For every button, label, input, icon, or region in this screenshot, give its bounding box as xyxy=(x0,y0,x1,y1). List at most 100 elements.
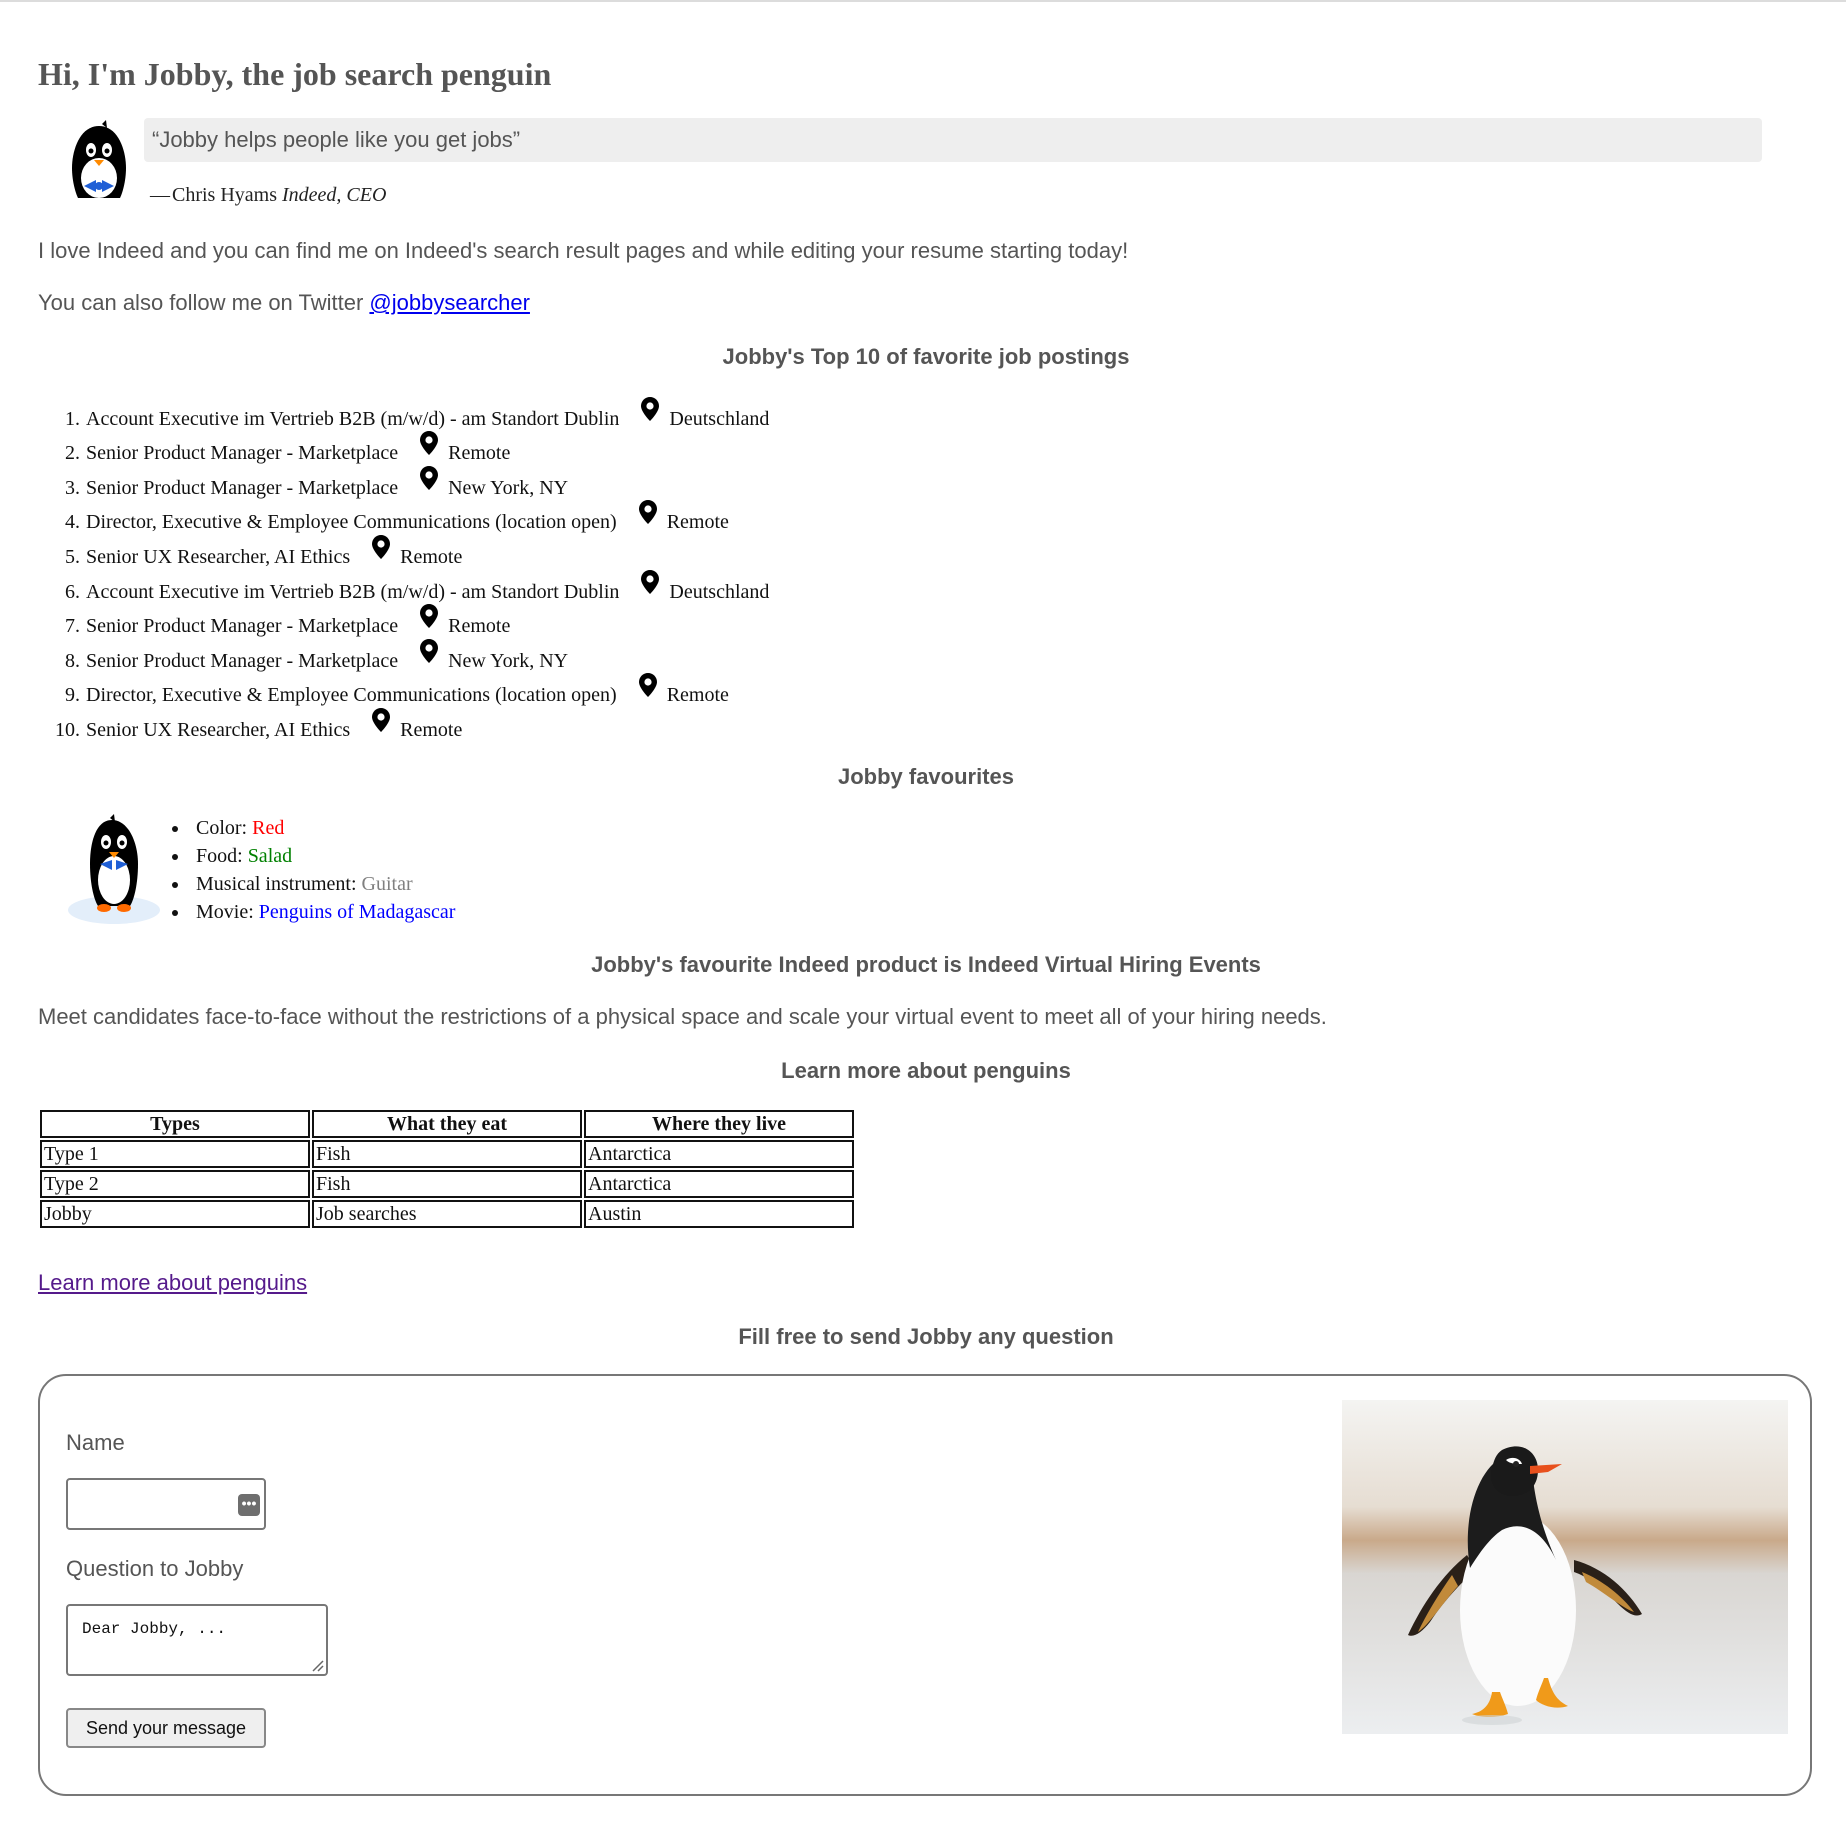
question-textarea[interactable]: Dear Jobby, ... xyxy=(66,1604,328,1676)
favourite-label: Color: xyxy=(196,817,253,839)
quote-text: “Jobby helps people like you get jobs” xyxy=(144,118,1762,162)
table-header-row: Types What they eat Where they live xyxy=(40,1110,854,1138)
job-title[interactable]: Senior Product Manager - Marketplace xyxy=(86,477,398,500)
favourite-value: Guitar xyxy=(361,873,413,895)
favourite-value: Penguins of Madagascar xyxy=(258,901,456,923)
job-number: 9. xyxy=(65,684,80,707)
favourite-item: Food: Salad xyxy=(158,842,455,870)
job-location: Remote xyxy=(400,718,463,741)
send-message-button[interactable]: Send your message xyxy=(66,1708,266,1748)
job-number: 7. xyxy=(65,615,80,638)
job-location: Remote xyxy=(666,684,729,707)
job-title[interactable]: Senior UX Researcher, AI Ethics xyxy=(86,546,350,569)
table-cell: Antarctica xyxy=(584,1170,854,1198)
name-input[interactable]: ••• xyxy=(66,1478,266,1530)
job-posting-item: 4. Director, Executive & Employee Communi… xyxy=(38,500,769,535)
job-number: 4. xyxy=(65,511,80,534)
favourite-item: Movie: Penguins of Madagascar xyxy=(158,898,455,926)
job-title[interactable]: Director, Executive & Employee Communica… xyxy=(86,511,617,534)
map-pin-icon xyxy=(641,396,660,421)
favourite-item: Musical instrument: Guitar xyxy=(158,870,455,898)
learn-more-link[interactable]: Learn more about penguins xyxy=(38,1270,307,1296)
table-cell: Fish xyxy=(312,1140,582,1168)
job-number: 3. xyxy=(65,476,80,499)
table-cell: Type 1 xyxy=(40,1140,310,1168)
table-header-food: What they eat xyxy=(312,1110,582,1138)
top-divider xyxy=(0,0,1846,2)
table-cell: Austin xyxy=(584,1200,854,1228)
job-posting-item: 6. Account Executive im Vertrieb B2B (m/w… xyxy=(38,569,769,604)
twitter-prefix: You can also follow me on Twitter xyxy=(38,290,370,315)
job-posting-item: 10. Senior UX Researcher, AI Ethics Remote xyxy=(38,707,769,742)
favourites-list: Color: Red Food: Salad Musical instrument:… xyxy=(158,814,455,926)
favourite-label: Food: xyxy=(196,845,248,867)
table-row: Type 1 Fish Antarctica xyxy=(40,1140,854,1168)
job-posting-item: 7. Senior Product Manager - Marketplace Re… xyxy=(38,604,769,639)
job-title[interactable]: Senior Product Manager - Marketplace xyxy=(86,615,398,638)
map-pin-icon xyxy=(420,604,439,629)
map-pin-icon xyxy=(420,638,439,663)
twitter-line: You can also follow me on Twitter @jobby… xyxy=(38,290,530,316)
job-location: Deutschland xyxy=(669,407,770,430)
job-number: 5. xyxy=(65,545,80,568)
product-description: Meet candidates face-to-face without the… xyxy=(38,1004,1327,1029)
contact-form: Name ••• Question to Jobby Dear Jobby, .… xyxy=(38,1374,1812,1796)
job-location: Remote xyxy=(400,545,463,568)
table-cell: Fish xyxy=(312,1170,582,1198)
job-posting-item: 1. Account Executive im Vertrieb B2B (m/w… xyxy=(38,396,769,431)
favourite-value: Salad xyxy=(247,845,293,867)
job-title[interactable]: Senior UX Researcher, AI Ethics xyxy=(86,719,350,742)
password-manager-icon[interactable]: ••• xyxy=(238,1494,260,1516)
twitter-link[interactable]: @jobbysearcher xyxy=(369,290,530,315)
table-cell: Type 2 xyxy=(40,1170,310,1198)
favourite-label: Movie: xyxy=(196,901,259,923)
job-location: Remote xyxy=(666,511,729,534)
map-pin-icon xyxy=(420,465,439,490)
table-header-habitat: Where they live xyxy=(584,1110,854,1138)
job-number: 6. xyxy=(65,580,80,603)
map-pin-icon xyxy=(372,707,391,732)
job-title[interactable]: Account Executive im Vertrieb B2B (m/w/d… xyxy=(86,581,619,604)
penguins-section-title: Learn more about penguins xyxy=(781,1058,1071,1083)
name-label: Name xyxy=(66,1430,125,1455)
question-label: Question to Jobby xyxy=(66,1556,244,1581)
job-location: Remote xyxy=(448,615,511,638)
map-pin-icon xyxy=(420,431,439,456)
job-posting-item: 8. Senior Product Manager - Marketplace Ne… xyxy=(38,638,769,673)
job-title[interactable]: Senior Product Manager - Marketplace xyxy=(86,650,398,673)
jobs-section-title: Jobby's Top 10 of favorite job postings xyxy=(722,344,1130,369)
table-cell: Antarctica xyxy=(584,1140,854,1168)
table-cell: Jobby xyxy=(40,1200,310,1228)
table-row: Jobby Job searches Austin xyxy=(40,1200,854,1228)
resize-grip-icon[interactable] xyxy=(310,1658,324,1672)
job-posting-item: 5. Senior UX Researcher, AI Ethics Remote xyxy=(38,534,769,569)
map-pin-icon xyxy=(641,569,660,594)
job-title[interactable]: Senior Product Manager - Marketplace xyxy=(86,442,398,465)
quote-role: Indeed, CEO xyxy=(282,184,387,206)
penguins-table: Types What they eat Where they live Type… xyxy=(38,1108,856,1230)
map-pin-icon xyxy=(372,534,391,559)
job-number: 2. xyxy=(65,442,80,465)
favourite-value: Red xyxy=(252,817,285,839)
citation-dash: — xyxy=(150,184,170,206)
job-title[interactable]: Director, Executive & Employee Communica… xyxy=(86,684,617,707)
favourite-label: Musical instrument: xyxy=(196,873,362,895)
job-location: New York, NY xyxy=(448,649,569,672)
job-location: New York, NY xyxy=(448,476,569,499)
job-title[interactable]: Account Executive im Vertrieb B2B (m/w/d… xyxy=(86,408,619,431)
map-pin-icon xyxy=(638,673,657,698)
question-text: Dear Jobby, ... xyxy=(82,1620,227,1638)
jobs-list: 1. Account Executive im Vertrieb B2B (m/w… xyxy=(38,396,769,742)
contact-section-title: Fill free to send Jobby any question xyxy=(738,1324,1114,1349)
penguin-cloud-avatar-icon xyxy=(68,814,160,924)
gentoo-penguin-photo xyxy=(1342,1400,1788,1734)
job-posting-item: 9. Director, Executive & Employee Communi… xyxy=(38,673,769,708)
quote-citation: — Chris Hyams Indeed, CEO xyxy=(150,184,386,207)
job-posting-item: 2. Senior Product Manager - Marketplace Re… xyxy=(38,431,769,466)
job-posting-item: 3. Senior Product Manager - Marketplace Ne… xyxy=(38,465,769,500)
favourite-item: Color: Red xyxy=(158,814,455,842)
penguin-avatar-icon xyxy=(72,120,126,198)
table-header-types: Types xyxy=(40,1110,310,1138)
job-number: 8. xyxy=(65,649,80,672)
table-row: Type 2 Fish Antarctica xyxy=(40,1170,854,1198)
